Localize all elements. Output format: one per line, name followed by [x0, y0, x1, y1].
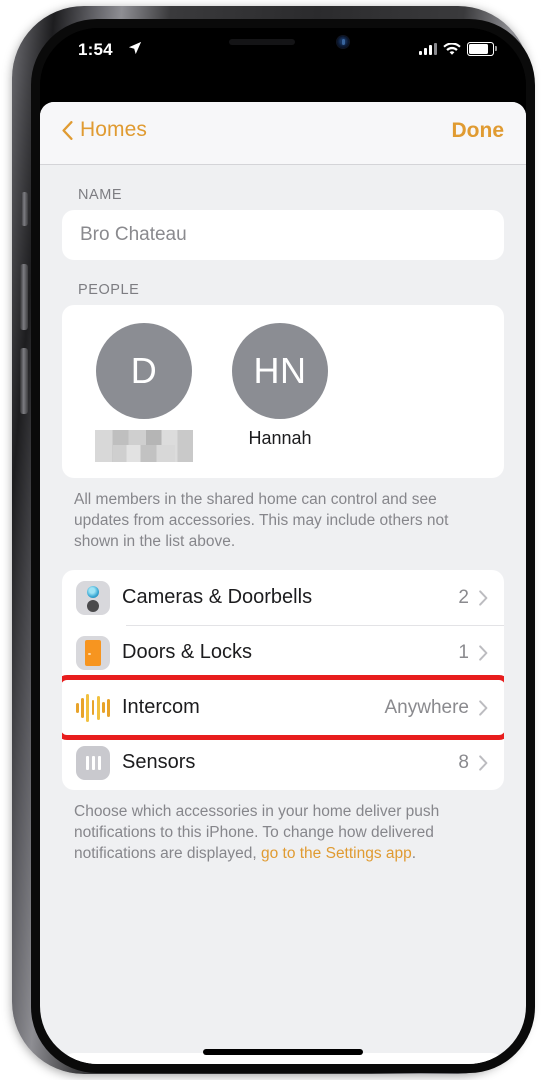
sheet-content: NAME Bro Chateau PEOPLE D HN Hannah All …: [40, 187, 526, 1064]
row-intercom-wrapper: Intercom Anywhere: [62, 675, 504, 741]
door-icon: [76, 635, 110, 670]
notifications-list: Cameras & Doorbells 2 Doors & Locks 1 In…: [62, 570, 504, 791]
chevron-right-icon: [479, 645, 488, 661]
avatar: D: [96, 323, 192, 419]
row-title: Cameras & Doorbells: [122, 586, 313, 609]
home-indicator[interactable]: [203, 1049, 363, 1055]
chevron-left-icon: [62, 120, 73, 140]
location-arrow-icon: [128, 41, 142, 55]
row-title: Doors & Locks: [122, 641, 253, 664]
people-footnote: All members in the shared home can contr…: [74, 491, 449, 550]
row-sensors[interactable]: Sensors 8: [62, 735, 504, 790]
screenshot-stage: 1:54 Homes Done NAME Bro Chateau PEOPLE …: [0, 0, 542, 1080]
back-button[interactable]: Homes: [62, 118, 147, 142]
back-button-label: Homes: [80, 118, 148, 141]
person-item[interactable]: HN Hannah: [224, 323, 336, 462]
chevron-right-icon: [479, 755, 488, 771]
people-section-label: PEOPLE: [78, 282, 140, 298]
chevron-right-icon: [479, 700, 488, 716]
status-indicators: [419, 42, 497, 56]
intercom-waveform-icon: [75, 691, 111, 725]
doorbell-icon: [76, 580, 110, 615]
status-time: 1:54: [78, 40, 113, 59]
row-cameras-doorbells[interactable]: Cameras & Doorbells 2: [62, 570, 504, 625]
footnote-text-after: .: [411, 844, 417, 862]
person-item[interactable]: D: [88, 323, 200, 462]
wifi-icon: [443, 42, 461, 55]
people-row: D HN Hannah: [62, 323, 504, 462]
sensor-icon: [76, 745, 110, 780]
mute-switch[interactable]: [21, 192, 28, 226]
row-doors-locks[interactable]: Doors & Locks 1: [62, 625, 504, 680]
earpiece-speaker-icon: [229, 39, 295, 45]
person-name: Hannah: [248, 428, 312, 448]
volume-up-button[interactable]: [20, 264, 28, 330]
avatar: HN: [232, 323, 328, 419]
row-title: Intercom: [122, 696, 200, 719]
home-name-input[interactable]: Bro Chateau: [62, 210, 504, 260]
row-value: 2: [458, 586, 469, 608]
person-name-redacted: [95, 430, 193, 462]
settings-app-link[interactable]: go to the Settings app: [261, 845, 412, 862]
navigation-bar: Homes Done: [40, 102, 526, 165]
home-settings-sheet: Homes Done NAME Bro Chateau PEOPLE D HN …: [40, 102, 526, 1064]
row-intercom[interactable]: Intercom Anywhere: [62, 680, 504, 735]
row-value: 1: [458, 641, 469, 663]
name-section-label: NAME: [78, 187, 123, 203]
row-value: Anywhere: [384, 696, 470, 718]
name-card: Bro Chateau: [62, 210, 504, 260]
phone-screen: 1:54 Homes Done NAME Bro Chateau PEOPLE …: [40, 28, 526, 1064]
phone-frame: 1:54 Homes Done NAME Bro Chateau PEOPLE …: [12, 6, 535, 1074]
chevron-right-icon: [479, 590, 488, 606]
volume-down-button[interactable]: [20, 348, 28, 414]
row-value: 8: [458, 751, 469, 773]
done-button[interactable]: Done: [452, 119, 505, 143]
front-camera-icon: [337, 36, 349, 48]
notifications-footnote: Choose which accessories in your home de…: [74, 802, 492, 864]
row-title: Sensors: [122, 751, 196, 774]
notch: [195, 28, 371, 56]
battery-icon: [467, 42, 497, 56]
people-card: D HN Hannah: [62, 305, 504, 478]
cellular-signal-icon: [419, 43, 437, 55]
